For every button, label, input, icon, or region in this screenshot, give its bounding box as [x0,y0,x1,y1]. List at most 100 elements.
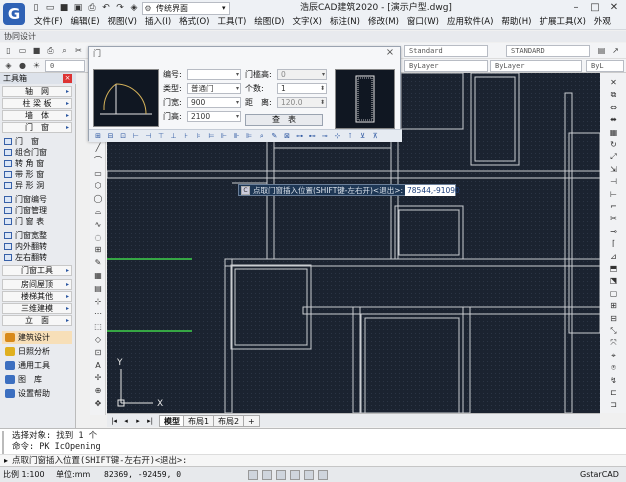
panel-item[interactable]: 门 窗 表 [2,216,72,227]
cut-icon[interactable]: ✂ [73,45,84,56]
panel-module-button[interactable]: 图 库 [2,373,72,386]
panel-category[interactable]: 门窗工具 ▸ [2,265,72,276]
insert-mode-icon[interactable]: ⊼ [370,131,380,141]
insert-mode-icon[interactable]: ⌕ [257,131,267,141]
layers-icon[interactable]: ◈ [128,3,140,13]
menu-item[interactable]: 绘图(D) [250,16,288,29]
table-style-icon[interactable]: ▤ [596,45,607,56]
insert-mode-icon[interactable]: ⊤ [156,131,166,141]
ortho-toggle-icon[interactable] [276,470,286,480]
panel-category[interactable]: 门 窗 ▸ [2,122,72,133]
new-icon[interactable]: ▯ [3,45,14,56]
layout-tab[interactable]: 布局2 [213,415,245,427]
workspace-select[interactable]: 传统界面 [142,2,230,15]
panel-category[interactable]: 三维建模 ▸ [2,303,72,314]
modify-tool-icon[interactable]: ↯ [607,375,620,387]
modify-tool-icon[interactable]: ⬒ [607,263,620,275]
panel-category[interactable]: 立 面 ▸ [2,315,72,326]
modify-tool-icon[interactable]: ⊟ [607,313,620,325]
draw-tool-icon[interactable]: ▭ [92,168,104,179]
panel-module-button[interactable]: 通用工具 [2,359,72,372]
draw-tool-icon[interactable]: ⋯ [92,308,104,319]
draw-tool-icon[interactable]: ∿ [92,219,104,230]
minimize-icon[interactable]: – [568,2,584,14]
modify-tool-icon[interactable]: ⊞ [607,300,620,312]
draw-tool-icon[interactable]: ⊞ [92,244,104,255]
polar-toggle-icon[interactable] [290,470,300,480]
lookup-table-button[interactable]: 查 表 [245,114,323,126]
tab-next-icon[interactable]: ▸ [133,415,143,427]
text-style-combo[interactable]: Standard [404,45,488,57]
insert-mode-icon[interactable]: ⊟ [106,131,116,141]
panel-item[interactable]: 门窗宽整 [2,230,72,241]
insert-mode-icon[interactable]: ⊩ [219,131,229,141]
panel-item[interactable]: 内外翻转 [2,241,72,252]
panel-module-button[interactable]: 日照分析 [2,345,72,358]
panel-category[interactable]: 房间屋顶 ▸ [2,279,72,290]
modify-tool-icon[interactable]: ⊿ [607,251,620,263]
dialog-close-icon[interactable]: × [384,48,396,58]
draw-tool-icon[interactable]: ╱ [92,142,104,153]
distance-input[interactable]: 120.0 ⬍ [277,97,327,108]
modify-tool-icon[interactable]: ⍟ [607,362,620,374]
modify-tool-icon[interactable]: ⊏ [607,387,620,399]
insert-mode-icon[interactable]: ✎ [269,131,279,141]
draw-tool-icon[interactable]: ◯ [92,193,104,204]
type-select[interactable]: 普通门 ▾ [187,83,241,94]
panel-item[interactable]: 门窗管理 [2,205,72,216]
insert-mode-icon[interactable]: ⊡ [118,131,128,141]
draw-tool-icon[interactable]: A [92,360,104,371]
linetype-combo[interactable]: ByLayer [490,60,582,72]
panel-module-button[interactable]: 建筑设计 [2,331,72,344]
close-icon[interactable]: ✕ [606,2,622,14]
modify-tool-icon[interactable]: ⇲ [607,164,620,176]
print-icon[interactable]: ⎙ [45,45,56,56]
insert-mode-icon[interactable]: ⊢ [131,131,141,141]
save-icon[interactable]: ■ [58,3,70,13]
collab-bar[interactable]: 协同设计 [0,31,626,42]
layout-tab[interactable]: 模型 [159,415,185,427]
modify-tool-icon[interactable]: ⤡ [607,325,620,337]
panel-category[interactable]: 轴 网 ▸ [2,86,72,97]
insert-mode-icon[interactable]: ⊪ [232,131,242,141]
scale-status[interactable]: 比例 1:100 [3,469,45,481]
height-input[interactable]: 2100 ▾ [187,111,241,122]
menu-item[interactable]: 帮助(H) [497,16,535,29]
draw-tool-icon[interactable]: ✎ [92,257,104,268]
maximize-icon[interactable]: □ [587,2,603,14]
insert-mode-icon[interactable]: ⊠ [282,131,292,141]
insert-mode-icon[interactable]: ⊶ [295,131,305,141]
draw-tool-icon[interactable]: ⌓ [92,206,104,217]
layout-tab[interactable]: 布局1 [183,415,215,427]
osnap-toggle-icon[interactable] [304,470,314,480]
width-input[interactable]: 900 ▾ [187,97,241,108]
command-input[interactable]: ▸ 点取门窗插入位置(SHIFT键-左右开)<退出>: [0,454,626,466]
modify-tool-icon[interactable]: ▢ [607,288,620,300]
menu-item[interactable]: 文字(X) [288,16,325,29]
bulb-icon[interactable]: ● [17,60,28,71]
count-stepper[interactable]: 1 ⬍ [277,83,327,94]
layer-manager-icon[interactable]: ◈ [3,60,14,71]
undo-icon[interactable]: ↶ [100,3,112,13]
modify-tool-icon[interactable]: ⊸ [607,226,620,238]
preview-icon[interactable]: ⌕ [59,45,70,56]
modify-tool-icon[interactable]: ⬔ [607,275,620,287]
lineweight-toggle-icon[interactable] [318,470,328,480]
modify-tool-icon[interactable]: ⊣ [607,176,620,188]
modify-tool-icon[interactable]: ✕ [607,77,620,89]
menu-item[interactable]: 窗口(W) [403,16,443,29]
menu-item[interactable]: 插入(I) [141,16,175,29]
stepper-icon[interactable]: ⬍ [320,84,325,93]
panel-category[interactable]: 柱 梁 板 ▸ [2,98,72,109]
draw-tool-icon[interactable]: ▦ [92,270,104,281]
insert-mode-icon[interactable]: ⊥ [169,131,179,141]
menu-item[interactable]: 应用软件(A) [443,16,497,29]
insert-mode-icon[interactable]: ⊻ [358,131,368,141]
menu-item[interactable]: 修改(M) [364,16,403,29]
panel-item[interactable]: 门 窗 [2,136,72,147]
panel-item[interactable]: 左右翻转 [2,252,72,263]
multileader-icon[interactable]: ↗ [610,45,621,56]
draw-tool-icon[interactable]: ⌒ [92,155,104,166]
grid-toggle-icon[interactable] [262,470,272,480]
modify-tool-icon[interactable]: ↻ [607,139,620,151]
